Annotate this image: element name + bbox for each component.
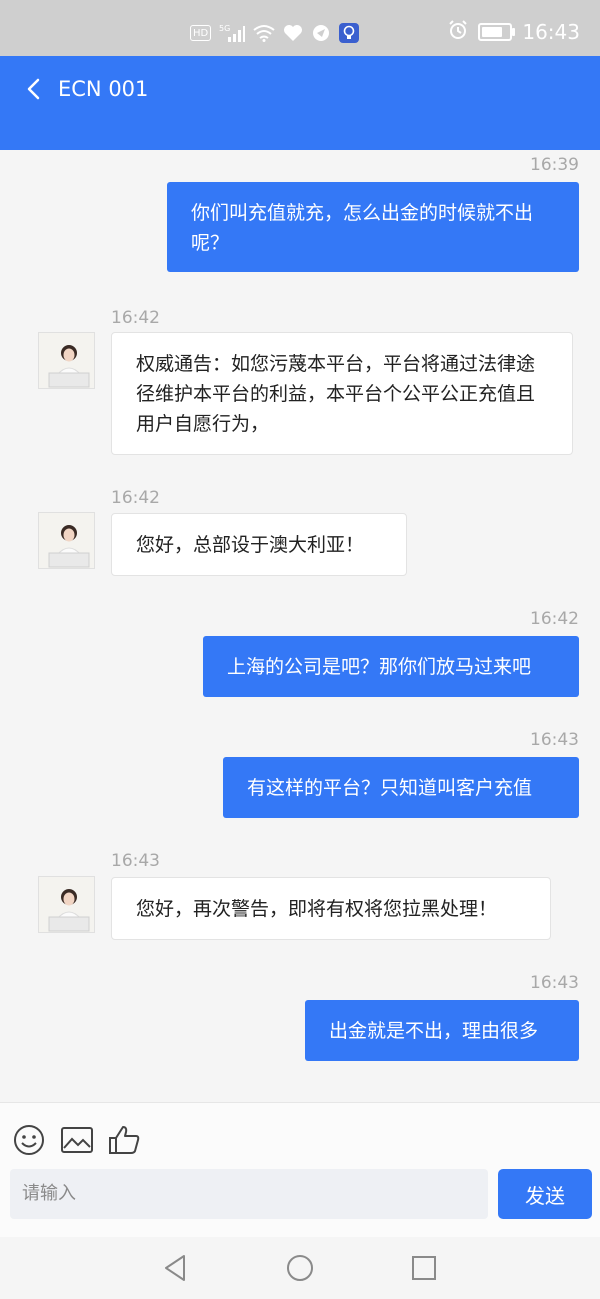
battery-icon bbox=[478, 23, 516, 41]
message-input[interactable] bbox=[10, 1169, 488, 1219]
emoji-button[interactable] bbox=[12, 1123, 46, 1157]
message-bubble-outgoing[interactable]: 出金就是不出，理由很多 bbox=[305, 1000, 579, 1061]
signal-5g-icon: 5G bbox=[219, 23, 246, 43]
chevron-left-icon bbox=[27, 78, 40, 100]
avatar[interactable] bbox=[38, 876, 95, 933]
status-clock: 16:43 bbox=[522, 20, 580, 44]
agent-avatar-image bbox=[39, 333, 94, 388]
like-button[interactable] bbox=[108, 1123, 142, 1157]
heart-icon bbox=[283, 23, 303, 43]
message-bubble-incoming[interactable]: 您好，总部设于澳大利亚！ bbox=[111, 513, 407, 576]
system-nav-bar bbox=[0, 1237, 600, 1299]
message-bubble-incoming[interactable]: 您好，再次警告，即将有权将您拉黑处理！ bbox=[111, 877, 551, 940]
status-bar: HD 5G 16:43 bbox=[0, 0, 600, 56]
home-circle-icon bbox=[287, 1255, 313, 1281]
message-bubble-outgoing[interactable]: 有这样的平台？只知道叫客户充值 bbox=[223, 757, 579, 818]
back-triangle-icon bbox=[165, 1255, 185, 1281]
chat-header: ECN 001 bbox=[0, 56, 600, 150]
hd-icon: HD bbox=[190, 25, 212, 41]
message-time: 16:42 bbox=[111, 488, 160, 508]
bulb-icon bbox=[339, 23, 360, 43]
vpn-icon bbox=[311, 23, 331, 43]
message-time: 16:42 bbox=[530, 609, 579, 629]
avatar[interactable] bbox=[38, 332, 95, 389]
message-time: 16:43 bbox=[530, 973, 579, 993]
thumbs-up-icon bbox=[109, 1126, 140, 1154]
message-bubble-incoming[interactable]: 权威通告：如您污蔑本平台，平台将通过法律途径维护本平台的利益，本平台个公平公正充… bbox=[111, 332, 573, 455]
agent-avatar-image bbox=[39, 513, 94, 568]
svg-text:5G: 5G bbox=[219, 24, 230, 33]
image-button[interactable] bbox=[60, 1123, 94, 1157]
image-icon bbox=[61, 1127, 93, 1153]
message-bubble-outgoing[interactable]: 上海的公司是吧？那你们放马过来吧 bbox=[203, 636, 579, 697]
nav-recents-button[interactable] bbox=[407, 1251, 441, 1285]
nav-home-button[interactable] bbox=[283, 1251, 317, 1285]
emoji-icon bbox=[14, 1125, 44, 1155]
agent-avatar-image bbox=[39, 877, 94, 932]
back-button[interactable] bbox=[20, 74, 50, 104]
send-button[interactable]: 发送 bbox=[498, 1169, 592, 1219]
nav-back-button[interactable] bbox=[158, 1251, 192, 1285]
composer: 发送 bbox=[0, 1102, 600, 1238]
recents-square-icon bbox=[412, 1256, 436, 1280]
message-time: 16:39 bbox=[530, 155, 579, 175]
message-bubble-outgoing[interactable]: 你们叫充值就充，怎么出金的时候就不出呢？ bbox=[167, 182, 579, 272]
message-time: 16:42 bbox=[111, 308, 160, 328]
alarm-icon bbox=[448, 20, 468, 44]
message-time: 16:43 bbox=[111, 851, 160, 871]
avatar[interactable] bbox=[38, 512, 95, 569]
chat-title: ECN 001 bbox=[58, 77, 149, 101]
wifi-icon bbox=[253, 23, 275, 43]
message-time: 16:43 bbox=[530, 730, 579, 750]
